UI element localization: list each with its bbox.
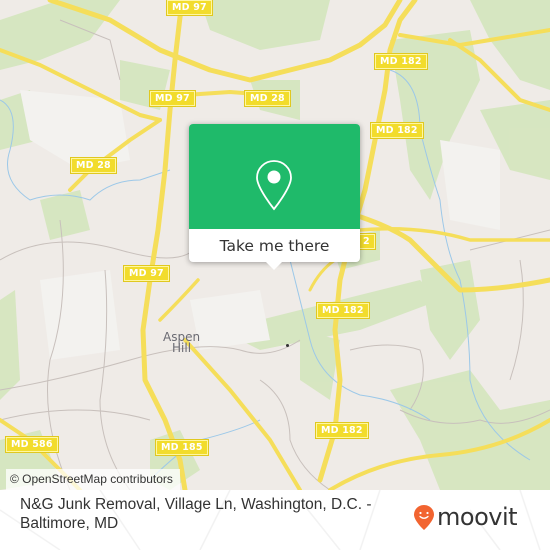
map-pin-icon bbox=[256, 160, 292, 211]
road-shield: MD 185 bbox=[155, 439, 209, 456]
moovit-logo[interactable]: moovit bbox=[413, 503, 518, 531]
road-shield: MD 97 bbox=[166, 0, 213, 16]
road-shield: MD 28 bbox=[244, 90, 291, 107]
road-shield: MD 97 bbox=[123, 265, 170, 282]
map-view[interactable]: MD 97 MD 97 MD 28 MD 28 MD 182 MD 182 2 … bbox=[0, 0, 550, 490]
popup-tail bbox=[265, 261, 283, 270]
road-shield: MD 182 bbox=[315, 422, 369, 439]
location-popup[interactable]: Take me there bbox=[189, 124, 360, 270]
road-shield: MD 586 bbox=[5, 436, 59, 453]
take-me-there-button[interactable]: Take me there bbox=[189, 229, 360, 262]
road-shield: MD 182 bbox=[316, 302, 370, 319]
road-shield: MD 182 bbox=[370, 122, 424, 139]
popup-header bbox=[189, 124, 360, 229]
moovit-smiley-pin-icon bbox=[414, 504, 434, 530]
location-title: N&G Junk Removal, Village Ln, Washington… bbox=[20, 496, 372, 532]
road-shield: MD 182 bbox=[374, 53, 428, 70]
moovit-logo-text: moovit bbox=[437, 503, 518, 531]
location-dot bbox=[286, 344, 289, 347]
place-label-aspen-hill: Aspen Hill bbox=[163, 331, 200, 355]
road-shield: MD 28 bbox=[70, 157, 117, 174]
road-shield: MD 97 bbox=[149, 90, 196, 107]
place-label-line2: Hill bbox=[172, 341, 192, 355]
road-shield: 2 bbox=[357, 233, 376, 250]
map-attribution[interactable]: © OpenStreetMap contributors bbox=[6, 469, 180, 490]
